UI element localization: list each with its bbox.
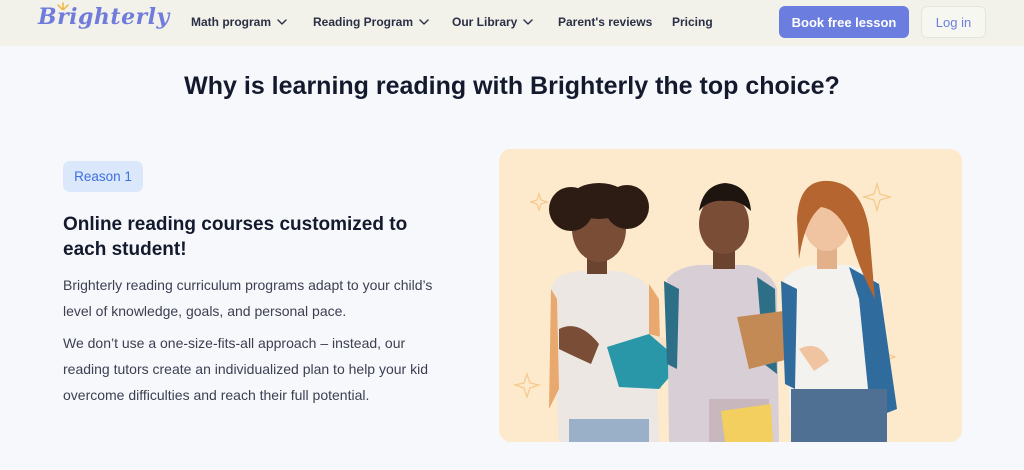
reason-badge: Reason 1 (63, 161, 143, 192)
students-reading-photo (499, 149, 962, 442)
girl-left-figure (549, 183, 661, 442)
feature-title: Online reading courses customized to eac… (63, 214, 408, 260)
chevron-down-icon (277, 19, 287, 25)
girl-right-figure (781, 180, 897, 442)
students-illustration (512, 180, 897, 442)
feature-paragraph-1: Brighterly reading curriculum programs a… (63, 277, 433, 319)
brand-logo[interactable]: Brighterly (38, 2, 170, 30)
nav-label: Reading Program (313, 15, 414, 29)
sparkle-icon (512, 372, 542, 399)
nav-parents-reviews[interactable]: Parent's reviews (558, 15, 652, 29)
site-header: Brighterly Math program Reading Program … (0, 0, 1024, 46)
book-free-lesson-button[interactable]: Book free lesson (779, 6, 909, 38)
nav-label: Pricing (672, 15, 713, 29)
nav-our-library[interactable]: Our Library (452, 15, 534, 29)
sun-rays-icon (57, 2, 69, 10)
nav-reading-program[interactable]: Reading Program (313, 15, 430, 29)
nav-label: Math program (191, 15, 272, 29)
login-button[interactable]: Log in (921, 6, 986, 38)
chevron-down-icon (523, 19, 534, 25)
nav-label: Parent's reviews (558, 15, 653, 29)
sparkle-icon (861, 181, 893, 213)
chevron-down-icon (419, 19, 429, 25)
nav-label: Our Library (452, 15, 518, 29)
nav-math-program[interactable]: Math program (191, 15, 288, 29)
feature-paragraph-2: We don’t use a one-size-fits-all approac… (63, 335, 429, 403)
sparkle-icon (529, 192, 549, 212)
section-title: Why is learning reading with Brighterly … (184, 72, 840, 100)
boy-center-figure (664, 183, 779, 442)
nav-pricing[interactable]: Pricing (672, 15, 713, 29)
